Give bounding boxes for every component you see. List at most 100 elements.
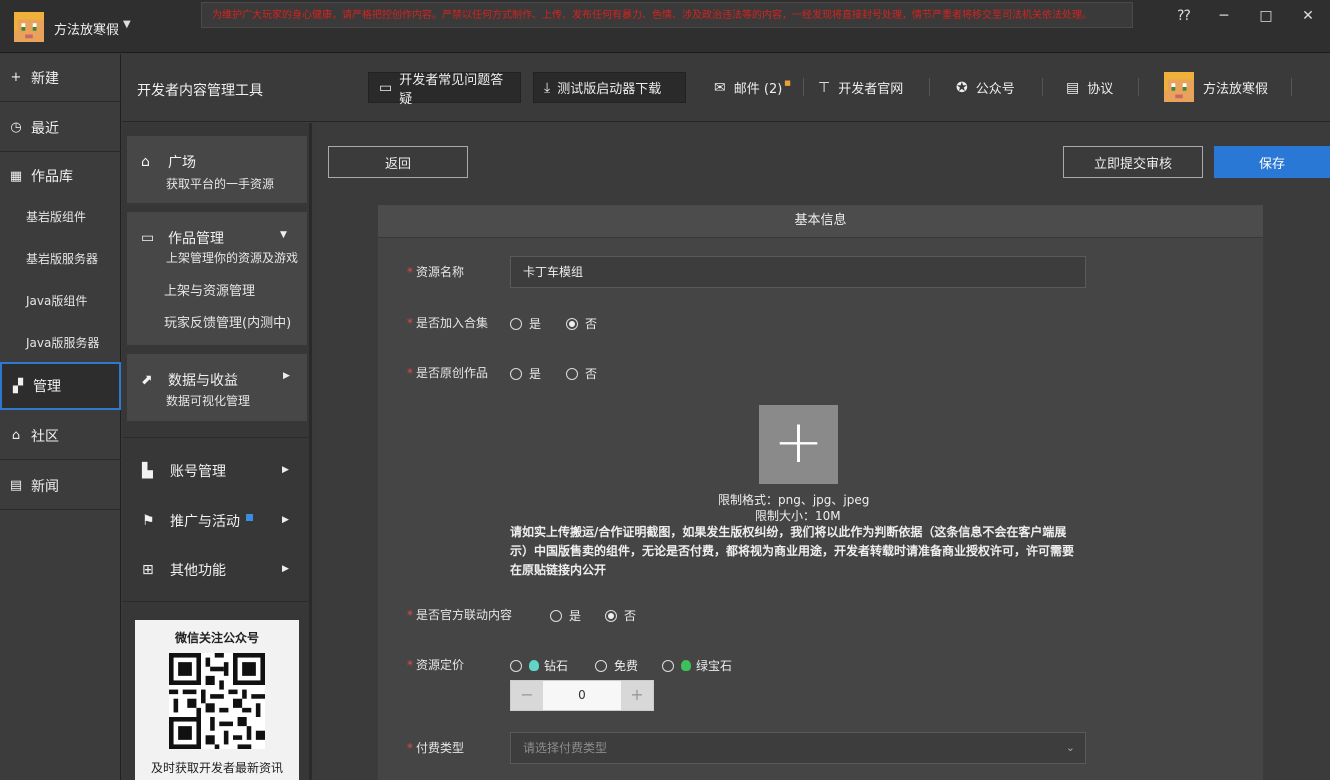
original-no-radio[interactable]: 否 [566,365,597,382]
main-content: 返回 立即提交审核 保存 基本信息 * 资源名称 卡丁车模组 * 是否加入合集 是 … [315,123,1330,780]
data-label: 数据与收益 [168,373,238,389]
document-icon: ▤ [1066,79,1080,96]
original-yes-radio[interactable]: 是 [510,365,541,382]
upload-size-hint: 限制大小：10M [755,509,841,523]
radio-selected-icon [605,609,617,622]
menu-other[interactable]: ⊞ 其他功能 [142,560,226,580]
upload-format-hint: 限制格式：png、jpg、jpeg [718,493,870,507]
dashboard-icon: ▞ [13,378,23,394]
qr-code-icon [169,653,265,749]
home-icon: ⌂ [11,428,21,443]
mail-link[interactable]: ✉ 邮件 (2) ■ [714,78,791,98]
management-menu: ⌂ 广场 获取平台的一手资源 ▭ 作品管理 ▼ 上架管理你的资源及游戏 上架与资源管… [122,123,312,780]
caret-down-icon[interactable]: ▼ [123,19,131,30]
nav-label: 管理 [33,379,61,395]
divider [122,601,309,602]
radio-selected-icon [566,317,578,330]
clock-icon: ◷ [10,120,22,135]
pay-type-placeholder: 请选择付费类型 [523,741,608,755]
faq-label: 开发者常见问题答疑 [399,72,504,107]
submit-review-button[interactable]: 立即提交审核 [1063,146,1203,178]
works-item-resources[interactable]: 上架与资源管理 [164,280,255,299]
minimize-icon[interactable]: ─ [1210,6,1238,26]
wechat-link[interactable]: ✪ 公众号 [956,78,1015,98]
protocol-link[interactable]: ▤ 协议 [1066,78,1114,98]
radio-icon [662,659,674,672]
radio-label: 绿宝石 [696,659,733,673]
nav-java-server[interactable]: Java版服务器 [26,334,99,351]
nav-java-addon[interactable]: Java版组件 [26,292,87,309]
close-icon[interactable]: ✕ [1294,6,1322,26]
radio-label: 否 [624,609,637,623]
radio-icon [550,609,562,622]
new-badge-icon [246,513,253,521]
wechat-title: 微信关注公众号 [174,631,259,645]
works-title[interactable]: ▭ 作品管理 [141,228,224,248]
website-link[interactable]: ⊤ 开发者官网 [818,78,903,98]
price-emerald-radio[interactable]: 绿宝石 [662,657,732,674]
caret-down-icon[interactable]: ▼ [280,230,287,240]
divider [1291,78,1292,96]
unread-dot-icon: ■ [784,78,791,87]
news-icon: ▤ [9,478,23,493]
chart-icon: ⬈ [141,372,153,388]
price-free-radio[interactable]: 免费 [595,657,638,674]
increment-button[interactable]: + [621,681,653,710]
plaza-label: 广场 [168,155,196,171]
caret-right-icon: ▶ [282,465,289,475]
back-button[interactable]: 返回 [328,146,468,178]
other-label: 其他功能 [170,563,226,579]
download-button[interactable]: ⤓ 测试版启动器下载 [533,72,686,103]
collection-no-radio[interactable]: 否 [566,315,597,332]
plaza-card[interactable]: ⌂ 广场 获取平台的一手资源 [127,136,307,203]
mail-label: 邮件 (2) [733,82,783,97]
name-label: * 资源名称 [407,265,465,279]
radio-label: 是 [529,367,542,381]
title-bar: 方法放寒假 ▼ 为维护广大玩家的身心健康，请严格把控创作内容。严禁以任何方式制作… [0,0,1330,53]
nav-community[interactable]: ⌂ 社区 [0,412,121,460]
menu-promo[interactable]: ⚑ 推广与活动 [142,511,253,531]
works-subtitle: 上架管理你的资源及游戏 [166,251,299,265]
nav-new[interactable]: + 新建 [0,54,121,102]
caret-right-icon: ▶ [282,564,289,574]
price-value[interactable]: 0 [543,681,621,710]
data-title: ⬈ 数据与收益 [141,370,238,390]
price-label: * 资源定价 [407,658,465,672]
nav-recent[interactable]: ◷ 最近 [0,104,121,152]
pay-type-select[interactable]: 请选择付费类型 ⌄ [510,732,1086,764]
emerald-icon [681,660,691,671]
user-avatar-icon[interactable] [14,12,44,42]
original-label: * 是否原创作品 [407,366,489,380]
radio-label: 是 [569,609,582,623]
user-avatar-icon[interactable] [1164,72,1194,102]
help-icon[interactable]: ⁇ [1170,6,1198,26]
faq-button[interactable]: ▭ 开发者常见问题答疑 [368,72,521,107]
nav-bedrock-addon[interactable]: 基岩版组件 [26,208,86,225]
works-item-feedback[interactable]: 玩家反馈管理(内测中) [164,312,291,331]
toolbar-username[interactable]: 方法放寒假 [1203,78,1268,97]
official-no-radio[interactable]: 否 [605,607,636,624]
caret-right-icon: ▶ [283,371,290,381]
label-text: 是否加入合集 [416,316,489,330]
decrement-button[interactable]: − [511,681,543,710]
collection-yes-radio[interactable]: 是 [510,315,541,332]
upload-image-button[interactable]: + [759,405,838,484]
price-diamond-radio[interactable]: 钻石 [510,657,568,674]
nav-news[interactable]: ▤ 新闻 [0,462,121,510]
label-text: 是否原创作品 [416,366,489,380]
maximize-icon[interactable]: □ [1252,6,1280,26]
caret-right-icon: ▶ [282,515,289,525]
nav-library[interactable]: ▦ 作品库 [0,152,121,200]
username[interactable]: 方法放寒假 [54,19,119,38]
protocol-label: 协议 [1087,82,1114,97]
nav-bedrock-server[interactable]: 基岩版服务器 [26,250,98,267]
nav-label: 新建 [31,70,59,87]
nav-manage[interactable]: ▞ 管理 [0,362,121,410]
official-yes-radio[interactable]: 是 [550,607,581,624]
radio-icon [510,659,522,672]
name-input[interactable]: 卡丁车模组 [510,256,1086,288]
data-card[interactable]: ⬈ 数据与收益 ▶ 数据可视化管理 [127,354,307,421]
upload-copyright-notice: 请如实上传搬运/合作证明截图，如果发生版权纠纷，我们将以此作为判断依据（这条信息… [510,525,1075,577]
save-button[interactable]: 保存 [1214,146,1330,178]
menu-account[interactable]: ▙ 账号管理 [142,461,226,481]
